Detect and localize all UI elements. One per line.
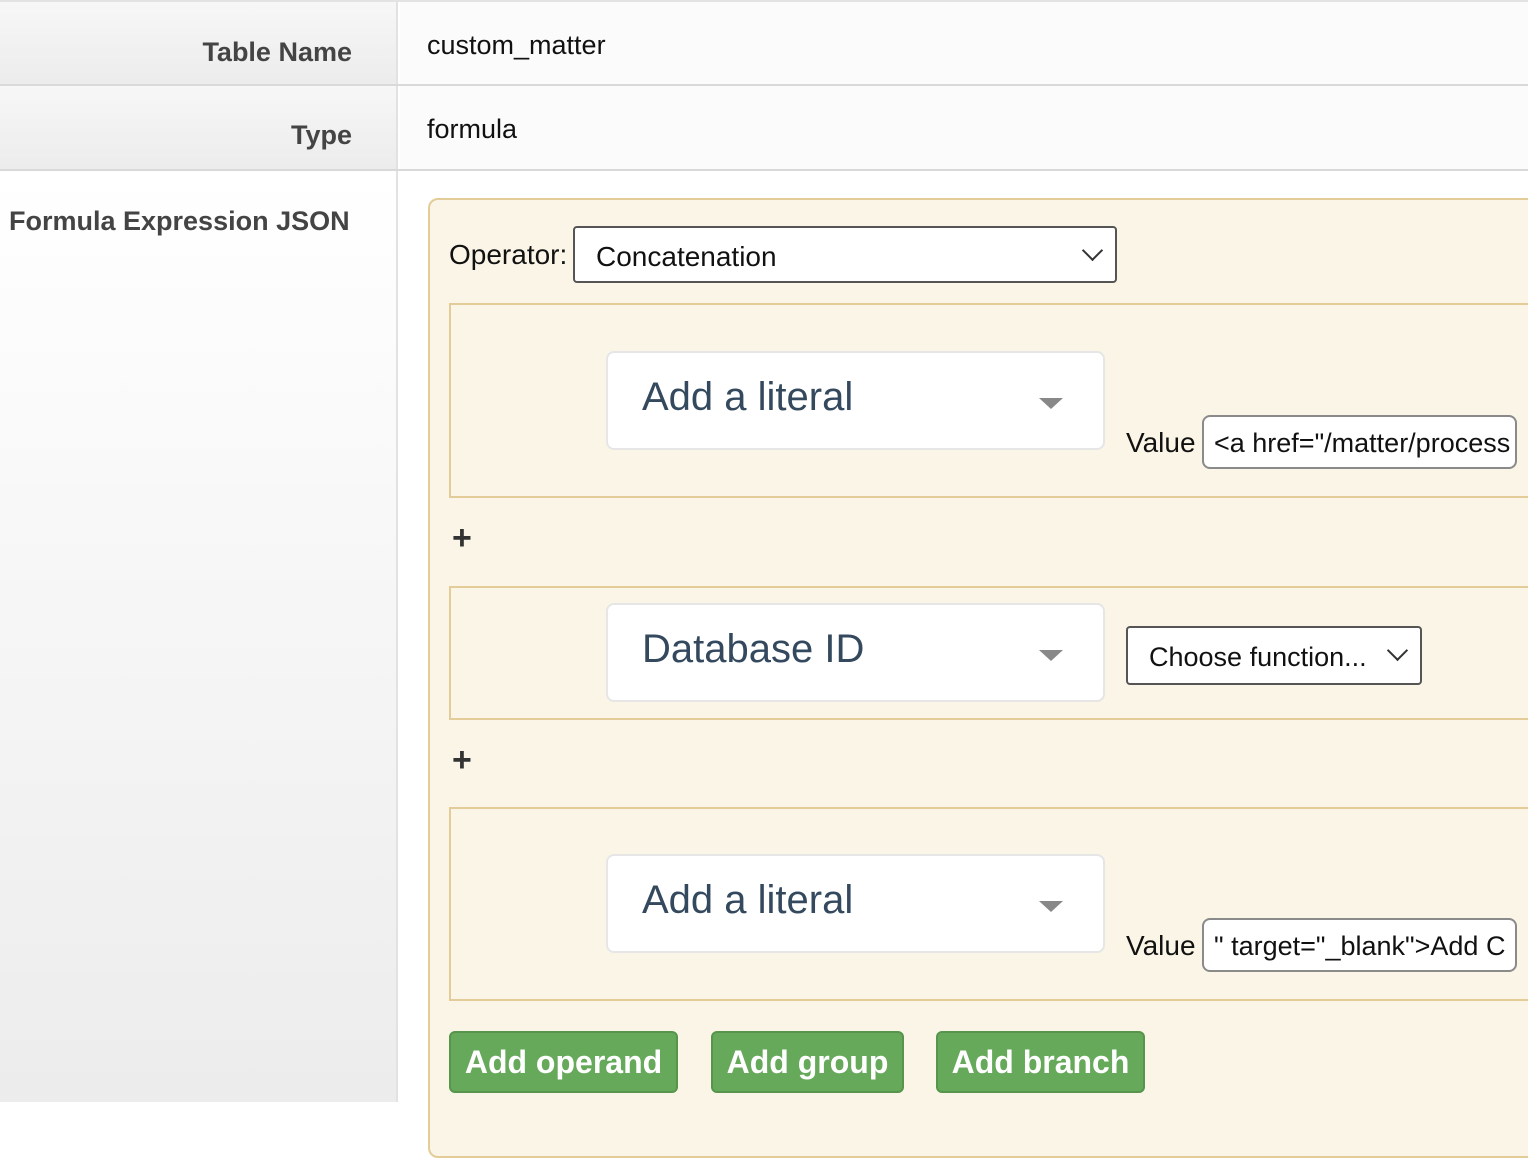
type-value-cell: formula	[400, 86, 1528, 169]
function-selected-value: Choose function...	[1149, 642, 1367, 672]
value-label: Value	[1126, 427, 1196, 458]
formula-expression-label: Formula Expression JSON	[9, 206, 350, 236]
formula-label-cell: Formula Expression JSON	[0, 171, 398, 1102]
type-value: formula	[427, 114, 518, 144]
chevron-down-icon	[1081, 239, 1104, 262]
operand-type-select-3[interactable]: Add a literal	[606, 854, 1105, 953]
add-branch-button[interactable]: Add branch	[936, 1031, 1145, 1093]
type-row: Type formula	[0, 86, 1528, 171]
type-label: Type	[290, 120, 352, 150]
table-name-label: Table Name	[202, 37, 352, 67]
caret-down-icon	[1039, 398, 1063, 409]
type-label-cell: Type	[0, 86, 398, 169]
caret-down-icon	[1039, 901, 1063, 912]
literal-value-text: " target="_blank">Add C	[1214, 931, 1506, 961]
table-name-row: Table Name custom_matter	[0, 0, 1528, 86]
add-operand-button[interactable]: Add operand	[449, 1031, 678, 1093]
function-select[interactable]: Choose function...	[1126, 626, 1422, 685]
operator-label: Operator:	[449, 239, 568, 270]
caret-down-icon	[1039, 650, 1063, 661]
plus-icon: +	[452, 519, 472, 557]
table-name-value: custom_matter	[427, 30, 606, 60]
value-label: Value	[1126, 930, 1196, 961]
operand-type-select-2[interactable]: Database ID	[606, 603, 1105, 702]
literal-value-input-1[interactable]: <a href="/matter/process	[1202, 415, 1517, 469]
operand-type-value: Database ID	[642, 627, 865, 671]
table-name-value-cell: custom_matter	[400, 2, 1528, 84]
table-name-label-cell: Table Name	[0, 2, 398, 84]
add-group-button[interactable]: Add group	[711, 1031, 904, 1093]
operator-select[interactable]: Concatenation	[573, 226, 1117, 283]
operand-type-select-1[interactable]: Add a literal	[606, 351, 1105, 450]
operator-selected-value: Concatenation	[596, 241, 777, 272]
operand-type-value: Add a literal	[642, 878, 854, 922]
chevron-down-icon	[1386, 639, 1409, 662]
literal-value-input-3[interactable]: " target="_blank">Add C	[1202, 918, 1517, 972]
operand-type-value: Add a literal	[642, 375, 854, 419]
literal-value-text: <a href="/matter/process	[1214, 428, 1511, 458]
plus-icon: +	[452, 741, 472, 779]
